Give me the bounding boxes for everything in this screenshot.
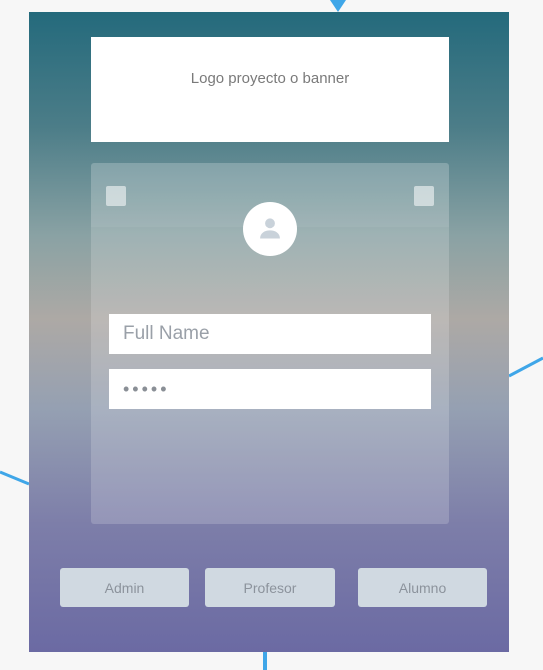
corner-square-right [414,186,434,206]
password-field[interactable] [109,369,431,409]
top-arrow-decoration [330,0,346,12]
login-card [91,163,449,524]
full-name-input[interactable] [109,314,431,354]
right-line-decoration [508,356,543,378]
left-line-decoration [0,470,30,486]
corner-square-left [106,186,126,206]
banner-text: Logo proyecto o banner [190,70,350,87]
avatar [243,202,297,256]
admin-button[interactable]: Admin [60,568,189,607]
profesor-button[interactable]: Profesor [205,568,335,607]
user-icon [260,218,280,239]
project-banner: Logo proyecto o banner [91,37,449,142]
alumno-button[interactable]: Alumno [358,568,487,607]
login-panel: Logo proyecto o banner Admin Profesor Al… [29,12,509,652]
